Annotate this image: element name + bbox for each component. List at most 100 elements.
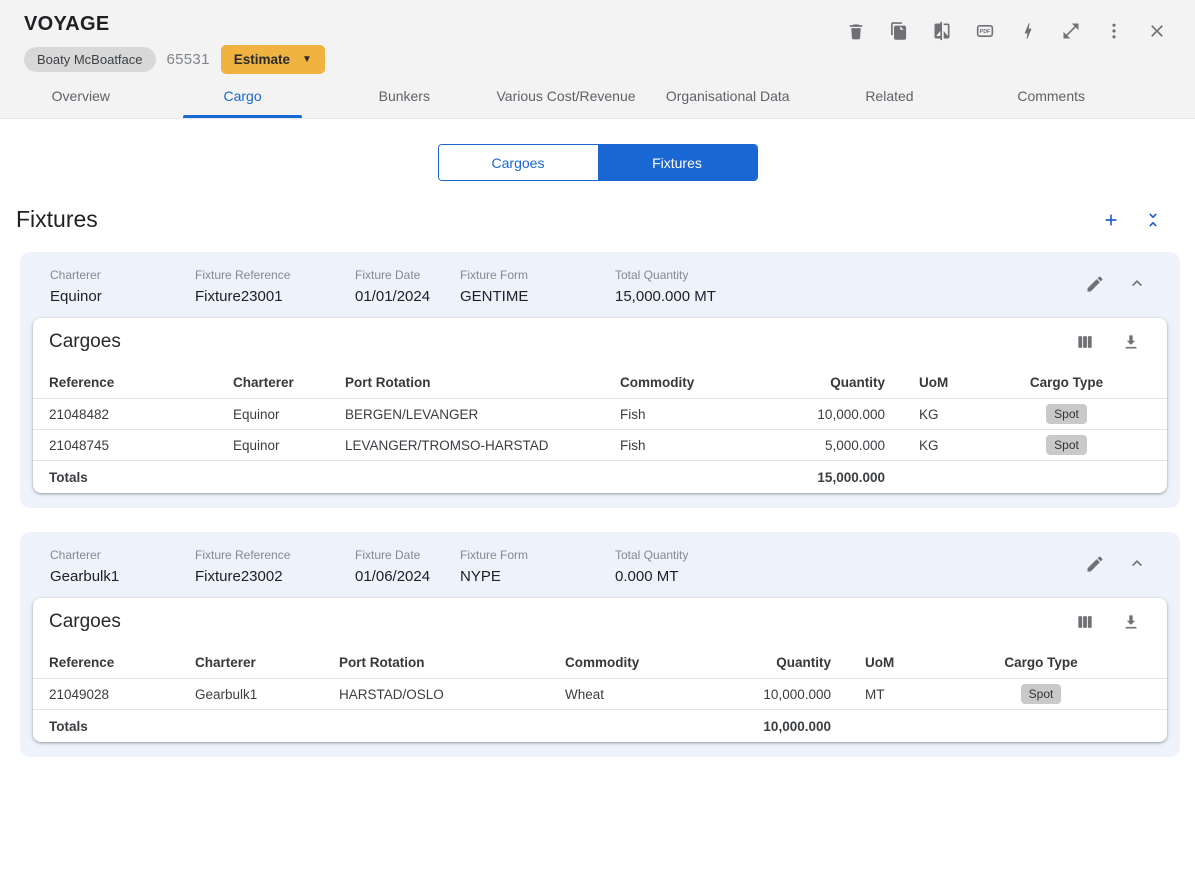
bolt-icon[interactable] — [1018, 20, 1040, 42]
col-cargo-type: Cargo Type — [1029, 374, 1104, 390]
cargoes-table: Reference Charterer Port Rotation Commod… — [33, 366, 1167, 493]
field-value: NYPE — [460, 568, 501, 585]
totals-label: Totals — [49, 469, 88, 485]
fixture-field-form: Fixture Form NYPE — [460, 548, 615, 585]
fixture-header: Charterer Equinor Fixture Reference Fixt… — [33, 265, 1167, 318]
field-label: Fixture Reference — [195, 268, 291, 282]
table-row[interactable]: 21048745 Equinor LEVANGER/TROMSO-HARSTAD… — [33, 430, 1167, 461]
compare-icon[interactable] — [932, 20, 954, 42]
svg-text:PDF: PDF — [980, 29, 991, 35]
field-label: Fixture Reference — [195, 548, 291, 562]
col-port-rotation: Port Rotation — [345, 374, 431, 390]
totals-quantity: 10,000.000 — [763, 718, 831, 734]
tab-cargo[interactable]: Cargo — [162, 74, 324, 118]
toggle-option-cargoes[interactable]: Cargoes — [438, 145, 598, 180]
cell-cargo-type: Spot — [982, 404, 1151, 424]
vessel-chip: Boaty McBoatface — [24, 47, 156, 72]
expand-icon[interactable] — [1061, 20, 1083, 42]
edit-icon[interactable] — [1085, 553, 1107, 575]
col-reference: Reference — [49, 374, 115, 390]
titlebar-actions: PDF — [846, 13, 1169, 74]
col-reference: Reference — [49, 654, 115, 670]
cell-reference: 21048482 — [49, 406, 110, 422]
main-tab-bar: Overview Cargo Bunkers Various Cost/Reve… — [0, 74, 1132, 118]
tab-organisational-data[interactable]: Organisational Data — [647, 74, 809, 118]
more-vert-icon[interactable] — [1104, 20, 1126, 42]
columns-icon[interactable] — [1075, 611, 1097, 633]
col-port-rotation: Port Rotation — [339, 654, 425, 670]
fixture-field-reference: Fixture Reference Fixture23001 — [195, 268, 355, 305]
close-icon[interactable] — [1147, 20, 1169, 42]
fixture-card: Charterer Equinor Fixture Reference Fixt… — [20, 252, 1180, 508]
table-header-row: Reference Charterer Port Rotation Commod… — [33, 366, 1167, 399]
field-label: Total Quantity — [615, 548, 689, 562]
cargoes-title: Cargoes — [49, 611, 121, 632]
download-icon[interactable] — [1121, 611, 1143, 633]
cell-cargo-type: Spot — [931, 684, 1151, 704]
cell-quantity: 10,000.000 — [817, 406, 885, 422]
fixtures-section-head: Fixtures — [0, 181, 1195, 252]
fixture-header-actions — [1085, 553, 1149, 575]
cell-charterer: Equinor — [233, 437, 280, 453]
collapse-all-icon[interactable] — [1143, 209, 1165, 231]
tab-bunkers[interactable]: Bunkers — [323, 74, 485, 118]
toggle-option-fixtures[interactable]: Fixtures — [597, 145, 757, 180]
voyage-titlebar: VOYAGE Boaty McBoatface 65531 Estimate ▼ — [0, 0, 1195, 74]
cell-charterer: Equinor — [233, 406, 280, 422]
fixture-field-reference: Fixture Reference Fixture23002 — [195, 548, 355, 585]
tab-related[interactable]: Related — [809, 74, 971, 118]
cell-quantity: 5,000.000 — [824, 437, 885, 453]
cell-uom: MT — [865, 686, 885, 702]
cargoes-table-actions — [1075, 611, 1143, 633]
field-label: Charterer — [50, 548, 101, 562]
cell-uom: KG — [919, 437, 939, 453]
tab-overview[interactable]: Overview — [0, 74, 162, 118]
col-cargo-type: Cargo Type — [1004, 654, 1078, 670]
cell-cargo-type: Spot — [982, 435, 1151, 455]
voyage-number: 65531 — [166, 51, 210, 68]
delete-icon[interactable] — [846, 20, 868, 42]
col-charterer: Charterer — [233, 374, 294, 390]
cargoes-panel-head: Cargoes — [33, 611, 1167, 633]
download-icon[interactable] — [1121, 331, 1143, 353]
col-uom: UoM — [919, 374, 949, 390]
totals-row: Totals 10,000.000 — [33, 710, 1167, 742]
cell-reference: 21048745 — [49, 437, 110, 453]
cargo-type-badge: Spot — [1046, 435, 1087, 455]
edit-icon[interactable] — [1085, 273, 1107, 295]
col-quantity: Quantity — [776, 654, 831, 670]
totals-quantity: 15,000.000 — [817, 469, 885, 485]
field-label: Total Quantity — [615, 268, 689, 282]
cell-commodity: Fish — [620, 406, 646, 422]
table-row[interactable]: 21049028 Gearbulk1 HARSTAD/OSLO Wheat 10… — [33, 679, 1167, 710]
field-value: 0.000 MT — [615, 568, 679, 585]
col-commodity: Commodity — [620, 374, 695, 390]
copy-icon[interactable] — [889, 20, 911, 42]
titlebar-left: VOYAGE Boaty McBoatface 65531 Estimate ▼ — [24, 13, 325, 74]
add-icon[interactable] — [1101, 209, 1123, 231]
fixture-field-charterer: Charterer Gearbulk1 — [50, 548, 195, 585]
chevron-up-icon[interactable] — [1127, 553, 1149, 575]
totals-label: Totals — [49, 718, 88, 734]
tab-comments[interactable]: Comments — [970, 74, 1132, 118]
fixture-field-date: Fixture Date 01/06/2024 — [355, 548, 460, 585]
fixture-header-actions — [1085, 273, 1149, 295]
cargoes-panel-head: Cargoes — [33, 331, 1167, 353]
cargoes-panel: Cargoes Reference Charterer Port Rotatio… — [33, 318, 1167, 493]
field-label: Fixture Date — [355, 268, 421, 282]
columns-icon[interactable] — [1075, 331, 1097, 353]
cell-commodity: Wheat — [565, 686, 605, 702]
voyage-subrow: Boaty McBoatface 65531 Estimate ▼ — [24, 45, 325, 74]
cargoes-panel: Cargoes Reference Charterer Port Rotatio… — [33, 598, 1167, 742]
table-row[interactable]: 21048482 Equinor BERGEN/LEVANGER Fish 10… — [33, 399, 1167, 430]
fixture-field-form: Fixture Form GENTIME — [460, 268, 615, 305]
col-commodity: Commodity — [565, 654, 640, 670]
cell-port-rotation: BERGEN/LEVANGER — [345, 406, 479, 422]
tab-various-cost-revenue[interactable]: Various Cost/Revenue — [485, 74, 647, 118]
cell-quantity: 10,000.000 — [763, 686, 831, 702]
estimate-dropdown-button[interactable]: Estimate ▼ — [220, 45, 325, 74]
pdf-icon[interactable]: PDF — [975, 20, 997, 42]
chevron-up-icon[interactable] — [1127, 273, 1149, 295]
field-label: Fixture Date — [355, 548, 421, 562]
field-label: Fixture Form — [460, 268, 529, 282]
